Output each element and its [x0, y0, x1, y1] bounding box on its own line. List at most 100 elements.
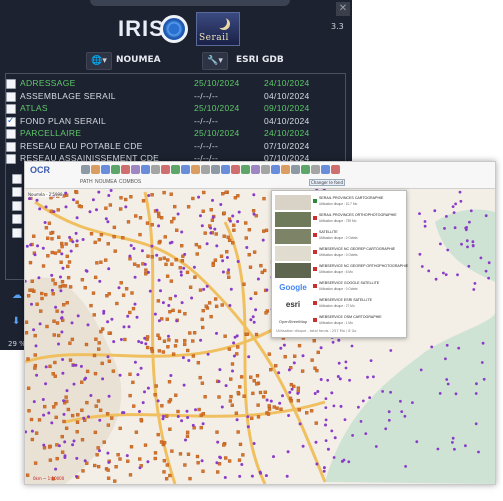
- map-building: [134, 214, 138, 218]
- layer-row[interactable]: ADRESSAGE 25/10/2024 24/10/2024: [6, 78, 336, 91]
- tab-combos[interactable]: COMBOS: [119, 179, 141, 185]
- layer-checkbox[interactable]: [6, 91, 16, 102]
- iris-logo: IRIS: [118, 16, 165, 41]
- map-building: [139, 417, 143, 422]
- layer-row[interactable]: ATLAS 25/10/2024 09/10/2024: [6, 103, 336, 116]
- layer-checkbox[interactable]: [12, 173, 22, 184]
- map-tool-icon[interactable]: [291, 165, 300, 174]
- map-tool-icon[interactable]: [331, 165, 340, 174]
- layer-checkbox[interactable]: [12, 200, 22, 211]
- map-building: [180, 259, 185, 263]
- layer-checkbox[interactable]: [6, 104, 16, 114]
- basemap-item[interactable]: WEBSERVICE NC GEOREP ORTHOPHOTOGRAPHIE Ut…: [274, 262, 408, 279]
- wrench-dropdown-button[interactable]: 🔧▾: [202, 52, 228, 70]
- layer-checkbox[interactable]: [6, 79, 16, 89]
- basemap-item[interactable]: esri WEBSERVICE ESRI SATELLITE Utilisation…: [274, 296, 404, 313]
- map-tool-icon[interactable]: [91, 165, 100, 174]
- map-tool-icon[interactable]: [231, 165, 240, 174]
- map-building: [51, 278, 55, 282]
- map-building: [209, 314, 213, 319]
- commune-selector-label[interactable]: NOUMEA: [116, 55, 161, 65]
- map-tool-icon[interactable]: [161, 165, 170, 174]
- layer-checkbox[interactable]: [6, 115, 16, 127]
- map-tool-icon[interactable]: [321, 165, 330, 174]
- map-tool-icon[interactable]: [81, 165, 90, 174]
- map-canvas[interactable]: [25, 162, 495, 484]
- map-address-point: [444, 273, 448, 276]
- map-tool-icon[interactable]: [281, 165, 290, 174]
- layer-checkbox[interactable]: [6, 154, 16, 164]
- change-basemap-button[interactable]: Changer le fond: [309, 179, 346, 186]
- tab-path[interactable]: PATH: [80, 179, 93, 185]
- cloud-icon[interactable]: ☁: [12, 290, 22, 301]
- map-tool-icon[interactable]: [141, 165, 150, 174]
- map-tool-icon[interactable]: [171, 165, 180, 174]
- map-tool-icon[interactable]: [151, 165, 160, 174]
- map-tool-icon[interactable]: [241, 165, 250, 174]
- layer-checkbox[interactable]: [12, 187, 22, 197]
- map-tool-icon[interactable]: [131, 165, 140, 174]
- layer-name: ADRESSAGE: [20, 78, 76, 88]
- map-building: [242, 282, 246, 286]
- map-tool-icon[interactable]: [251, 165, 260, 174]
- basemap-title: WEBSERVICE GOOGLE SATELLITE: [319, 281, 380, 285]
- map-address-point: [133, 360, 137, 364]
- map-building: [128, 473, 133, 477]
- map-tool-icon[interactable]: [101, 165, 110, 174]
- layer-checkbox[interactable]: [12, 214, 22, 224]
- map-tool-icon[interactable]: [301, 165, 310, 174]
- map-address-point: [59, 275, 62, 279]
- map-building: [250, 416, 254, 421]
- map-tool-icon[interactable]: [201, 165, 210, 174]
- map-building: [62, 419, 66, 424]
- map-address-point: [34, 344, 38, 348]
- map-address-point: [419, 368, 423, 372]
- wrench-icon: 🔧: [207, 56, 219, 66]
- database-selector-label[interactable]: ESRI GDB: [236, 55, 284, 65]
- map-building: [175, 228, 179, 232]
- map-tool-icon[interactable]: [191, 165, 200, 174]
- layer-row[interactable]: PARCELLAIRE 25/10/2024 24/10/2024: [6, 128, 336, 141]
- basemap-item[interactable]: SERAIL PROVINCES CARTOGRAPHIE Utilisation…: [274, 194, 404, 211]
- map-building: [66, 407, 71, 412]
- map-address-point: [64, 191, 68, 195]
- map-building: [160, 317, 164, 321]
- map-tool-icon[interactable]: [211, 165, 220, 174]
- map-address-point: [199, 214, 202, 218]
- basemap-item[interactable]: Google WEBSERVICE GOOGLE SATELLITE Utilisa…: [274, 279, 404, 296]
- map-address-point: [38, 207, 42, 211]
- map-address-point: [381, 390, 384, 393]
- map-address-point: [147, 194, 151, 197]
- map-building: [170, 262, 174, 266]
- basemap-item[interactable]: SATELLITE Utilisation disque : 0 Octets: [274, 228, 404, 245]
- map-tool-icon[interactable]: [271, 165, 280, 174]
- tab-noumea[interactable]: NOUMEA: [95, 179, 117, 185]
- map-tool-icon[interactable]: [311, 165, 320, 174]
- map-building: [198, 375, 202, 380]
- basemap-item[interactable]: OpenStreetMap WEBSERVICE OSM CARTOGRAPHIE…: [274, 313, 404, 330]
- basemap-item[interactable]: SERAIL PROVINCES ORTHOPHOTOGRAPHIE Utilis…: [274, 211, 404, 228]
- map-building: [191, 339, 195, 343]
- map-address-point: [467, 264, 471, 268]
- map-address-point: [319, 346, 323, 350]
- download-icon[interactable]: ⬇: [12, 316, 20, 327]
- close-icon[interactable]: ✕: [336, 2, 350, 16]
- map-address-point: [33, 253, 37, 257]
- globe-dropdown-button[interactable]: 🌐▾: [86, 52, 112, 70]
- map-tool-icon[interactable]: [221, 165, 230, 174]
- window-drag-handle[interactable]: [90, 0, 290, 6]
- layer-row[interactable]: FOND PLAN SERAIL --/--/-- 04/10/2024: [6, 115, 336, 129]
- layer-row[interactable]: ASSEMBLAGE SERAIL --/--/-- 04/10/2024: [6, 91, 336, 104]
- map-tool-icon[interactable]: [261, 165, 270, 174]
- layer-checkbox[interactable]: [6, 129, 16, 139]
- map-tool-icon[interactable]: [111, 165, 120, 174]
- basemap-item[interactable]: WEBSERVICE NC GEOREP CARTOGRAPHIE Utilisa…: [274, 245, 404, 262]
- map-address-point: [332, 456, 336, 459]
- map-window[interactable]: OCR PATH NOUMEA COMBOS Changer le fond N…: [24, 161, 496, 485]
- layer-row[interactable]: RESEAU EAU POTABLE CDE --/--/-- 07/10/2024: [6, 141, 336, 154]
- layer-checkbox[interactable]: [12, 227, 22, 238]
- layer-checkbox[interactable]: [6, 141, 16, 152]
- map-building: [53, 251, 58, 255]
- map-tool-icon[interactable]: [181, 165, 190, 174]
- map-tool-icon[interactable]: [121, 165, 130, 174]
